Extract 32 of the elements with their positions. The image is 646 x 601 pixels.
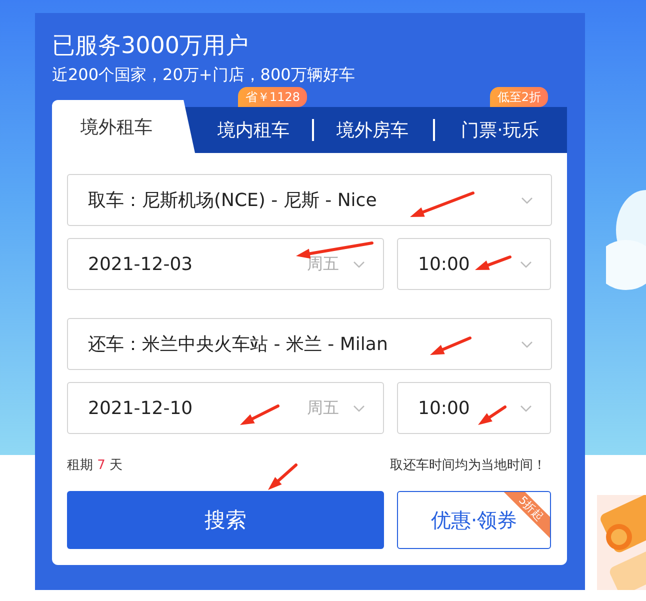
chevron-down-icon <box>353 260 365 268</box>
location-field[interactable]: 还车：米兰中央火车站 - 米兰 - Milan <box>67 318 552 370</box>
rental-duration: 租期 7 天 <box>67 457 123 474</box>
chevron-down-icon <box>521 196 533 204</box>
headline: 已服务3000万用户 <box>52 32 250 61</box>
annotation-arrow <box>430 336 472 355</box>
weekday-label: 周五 <box>307 398 339 418</box>
chevron-down-icon <box>520 260 532 268</box>
annotation-arrow <box>478 406 506 425</box>
time-note: 取还车时间均为当地时间！ <box>390 457 546 474</box>
tab[interactable]: 境外房车 <box>312 107 433 153</box>
time-field[interactable]: 10:00 <box>397 238 551 290</box>
annotation-arrow <box>475 256 512 270</box>
tagline: 近200个国家，20万+门店，800万辆好车 <box>52 64 356 86</box>
annotation-arrow <box>410 192 474 217</box>
promo-badge: 省￥1128 <box>238 87 307 107</box>
date-field[interactable]: 2021-12-10 周五 <box>67 382 384 434</box>
tab[interactable]: 门票·玩乐 <box>433 107 567 153</box>
tab[interactable]: 境外租车 <box>52 100 195 153</box>
time-field[interactable]: 10:00 <box>397 382 551 434</box>
coupon-button[interactable]: 优惠·领券 5折起 <box>397 491 551 549</box>
search-button[interactable]: 搜索 <box>67 491 384 549</box>
chevron-down-icon <box>521 340 533 348</box>
annotation-arrow <box>240 404 280 425</box>
location-field[interactable]: 取车：尼斯机场(NCE) - 尼斯 - Nice <box>67 174 552 226</box>
chevron-down-icon <box>520 404 532 412</box>
tab[interactable]: 境内租车 <box>195 107 312 153</box>
date-field[interactable]: 2021-12-03 周五 <box>67 238 384 290</box>
promo-badge: 低至2折 <box>490 87 548 107</box>
weekday-label: 周五 <box>307 254 339 274</box>
annotation-arrow <box>268 464 298 490</box>
chevron-down-icon <box>353 404 365 412</box>
